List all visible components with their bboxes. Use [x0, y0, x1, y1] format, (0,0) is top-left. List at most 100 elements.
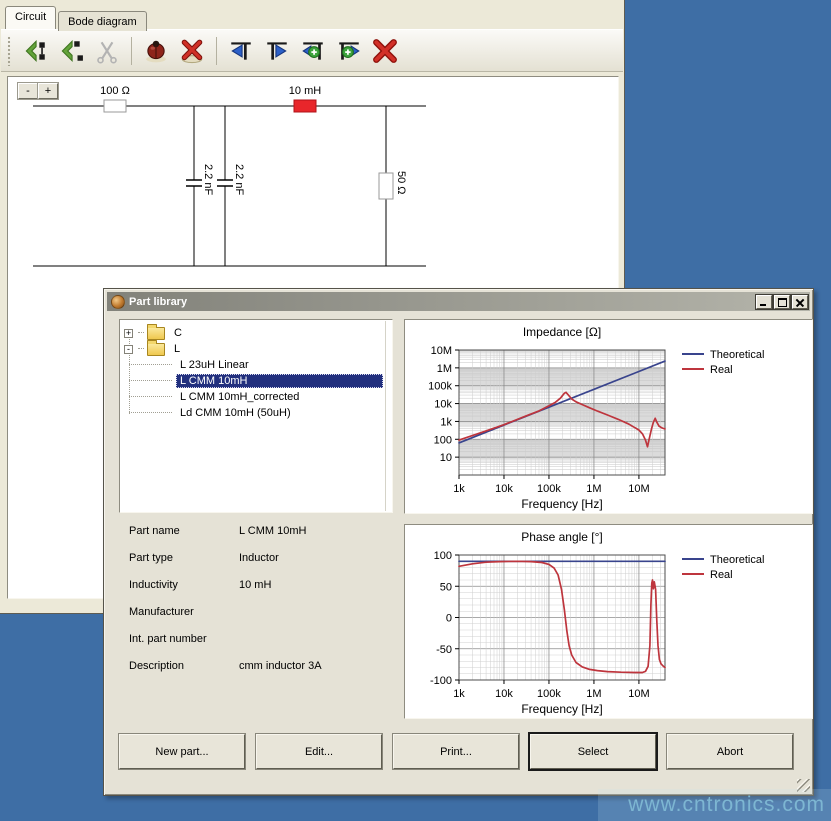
tree-connector [138, 348, 144, 350]
delete-node-icon [372, 38, 398, 64]
tab-circuit[interactable]: Circuit [5, 6, 56, 29]
collapse-icon[interactable]: - [124, 345, 133, 354]
insert-series-part-icon [22, 38, 48, 64]
zoom-out-button[interactable]: - [18, 83, 38, 99]
delete-node-icon[interactable] [368, 34, 402, 68]
delete-part-icon[interactable] [175, 34, 209, 68]
new-part-button[interactable]: New part... [119, 734, 245, 769]
detail-value-part-name: L CMM 10mH [239, 525, 306, 537]
resistor-r1 [104, 100, 126, 112]
detail-label-inductivity: Inductivity [129, 579, 178, 591]
minimize-button[interactable] [756, 295, 772, 309]
add-branch-right-icon[interactable] [332, 34, 366, 68]
ladybug-icon [143, 38, 169, 64]
folder-icon [147, 327, 165, 340]
detail-label-part-name: Part name [129, 525, 180, 537]
watermark-text: www.cntronics.com [628, 793, 825, 817]
x-tick-label: 1k [453, 688, 465, 700]
legend-label: Real [710, 569, 733, 581]
tab-bode-diagram[interactable]: Bode diagram [58, 11, 147, 31]
insert-parallel-part-icon [58, 38, 84, 64]
desktop: { "desktop": { "background": "#3E6EA5", … [0, 0, 831, 821]
maximize-button[interactable] [774, 295, 790, 309]
insert-series-part-icon[interactable] [18, 34, 52, 68]
insert-node-left-icon[interactable] [224, 34, 258, 68]
part-library-icon [111, 295, 125, 309]
x-tick-label: 1k [453, 483, 465, 495]
c1-label: 2.2 nF [202, 164, 214, 195]
toolbar-grip[interactable] [7, 36, 11, 66]
y-tick-label: 10M [431, 345, 452, 357]
r2-label: 50 Ω [395, 171, 407, 195]
tree-divider [385, 321, 386, 511]
tree-connector [129, 364, 172, 366]
insert-parallel-part-icon[interactable] [54, 34, 88, 68]
y-tick-label: 10 [440, 452, 452, 464]
inductor-l1 [294, 100, 316, 112]
add-branch-left-icon [300, 38, 326, 64]
x-axis-label: Frequency [Hz] [521, 702, 602, 716]
y-tick-label: 1k [440, 416, 452, 428]
tree-item-l-cmm-10mh[interactable]: L CMM 10mH [124, 373, 383, 389]
expand-icon[interactable]: + [124, 329, 133, 338]
x-tick-label: 1M [586, 483, 601, 495]
y-tick-label: -100 [430, 675, 452, 687]
chart-title: Phase angle [°] [521, 530, 603, 544]
edit-button[interactable]: Edit... [256, 734, 382, 769]
tree-item-ld-cmm-10mh-50uh[interactable]: Ld CMM 10mH (50uH) [124, 405, 383, 421]
y-tick-label: 100 [434, 550, 452, 562]
tree-item-label: C [170, 326, 186, 340]
dialog-title: Part library [129, 296, 754, 308]
ladybug-icon[interactable] [139, 34, 173, 68]
zoom-in-button[interactable]: + [38, 83, 58, 99]
folder-icon [147, 343, 165, 356]
tree-item-label: Ld CMM 10mH (50uH) [176, 406, 295, 420]
y-tick-label: 1M [437, 363, 452, 375]
detail-value-part-type: Inductor [239, 552, 279, 564]
impedance-chart: 10M1M100k10k1k100101k10k100k1M10MImpedan… [405, 320, 812, 513]
c2-label: 2.2 nF [233, 164, 245, 195]
y-tick-label: 10k [434, 399, 452, 411]
y-tick-label: 100k [428, 381, 452, 393]
cut-icon [94, 38, 120, 64]
detail-value-inductivity: 10 mH [239, 579, 271, 591]
phase-angle-chart: 100500-50-1001k10k100k1M10MPhase angle [… [405, 525, 812, 718]
tab-bar: CircuitBode diagram [5, 2, 149, 29]
detail-value-description: cmm inductor 3A [239, 660, 322, 672]
print-button[interactable]: Print... [393, 734, 519, 769]
detail-label-part-type: Part type [129, 552, 173, 564]
insert-node-right-icon[interactable] [260, 34, 294, 68]
toolbar [1, 29, 623, 72]
select-button[interactable]: Select [530, 734, 656, 769]
watermark-band: www.cntronics.com [598, 789, 831, 821]
x-tick-label: 100k [537, 688, 561, 700]
toolbar-separator [216, 37, 217, 65]
x-tick-label: 10k [495, 688, 513, 700]
phase-angle-chart-panel: 100500-50-1001k10k100k1M10MPhase angle [… [404, 524, 813, 719]
add-branch-left-icon[interactable] [296, 34, 330, 68]
tree-item-label: L 23uH Linear [176, 358, 253, 372]
detail-label-description: Description [129, 660, 184, 672]
legend-label: Theoretical [710, 554, 764, 566]
abort-button[interactable]: Abort [667, 734, 793, 769]
tree-item-label: L CMM 10mH_corrected [176, 390, 303, 404]
tree-item-l-cmm-10mh-corrected[interactable]: L CMM 10mH_corrected [124, 389, 383, 405]
cut-icon[interactable] [90, 34, 124, 68]
tree-item-l-23uh-linear[interactable]: L 23uH Linear [124, 357, 383, 373]
x-axis-label: Frequency [Hz] [521, 497, 602, 511]
resistor-r2 [379, 173, 393, 199]
legend-label: Real [710, 364, 733, 376]
part-tree[interactable]: +C-LL 23uH LinearL CMM 10mHL CMM 10mH_co… [119, 319, 393, 513]
series-real [459, 561, 665, 672]
x-tick-label: 1M [586, 688, 601, 700]
close-button[interactable] [792, 295, 808, 309]
insert-node-left-icon [228, 38, 254, 64]
tree-connector [129, 412, 172, 414]
delete-part-icon [179, 38, 205, 64]
toolbar-separator [131, 37, 132, 65]
tree-item-c[interactable]: +C [124, 325, 383, 341]
x-tick-label: 10k [495, 483, 513, 495]
tree-item-label: L CMM 10mH [176, 374, 383, 388]
dialog-titlebar[interactable]: Part library [107, 292, 810, 311]
tree-item-l[interactable]: -L [124, 341, 383, 357]
